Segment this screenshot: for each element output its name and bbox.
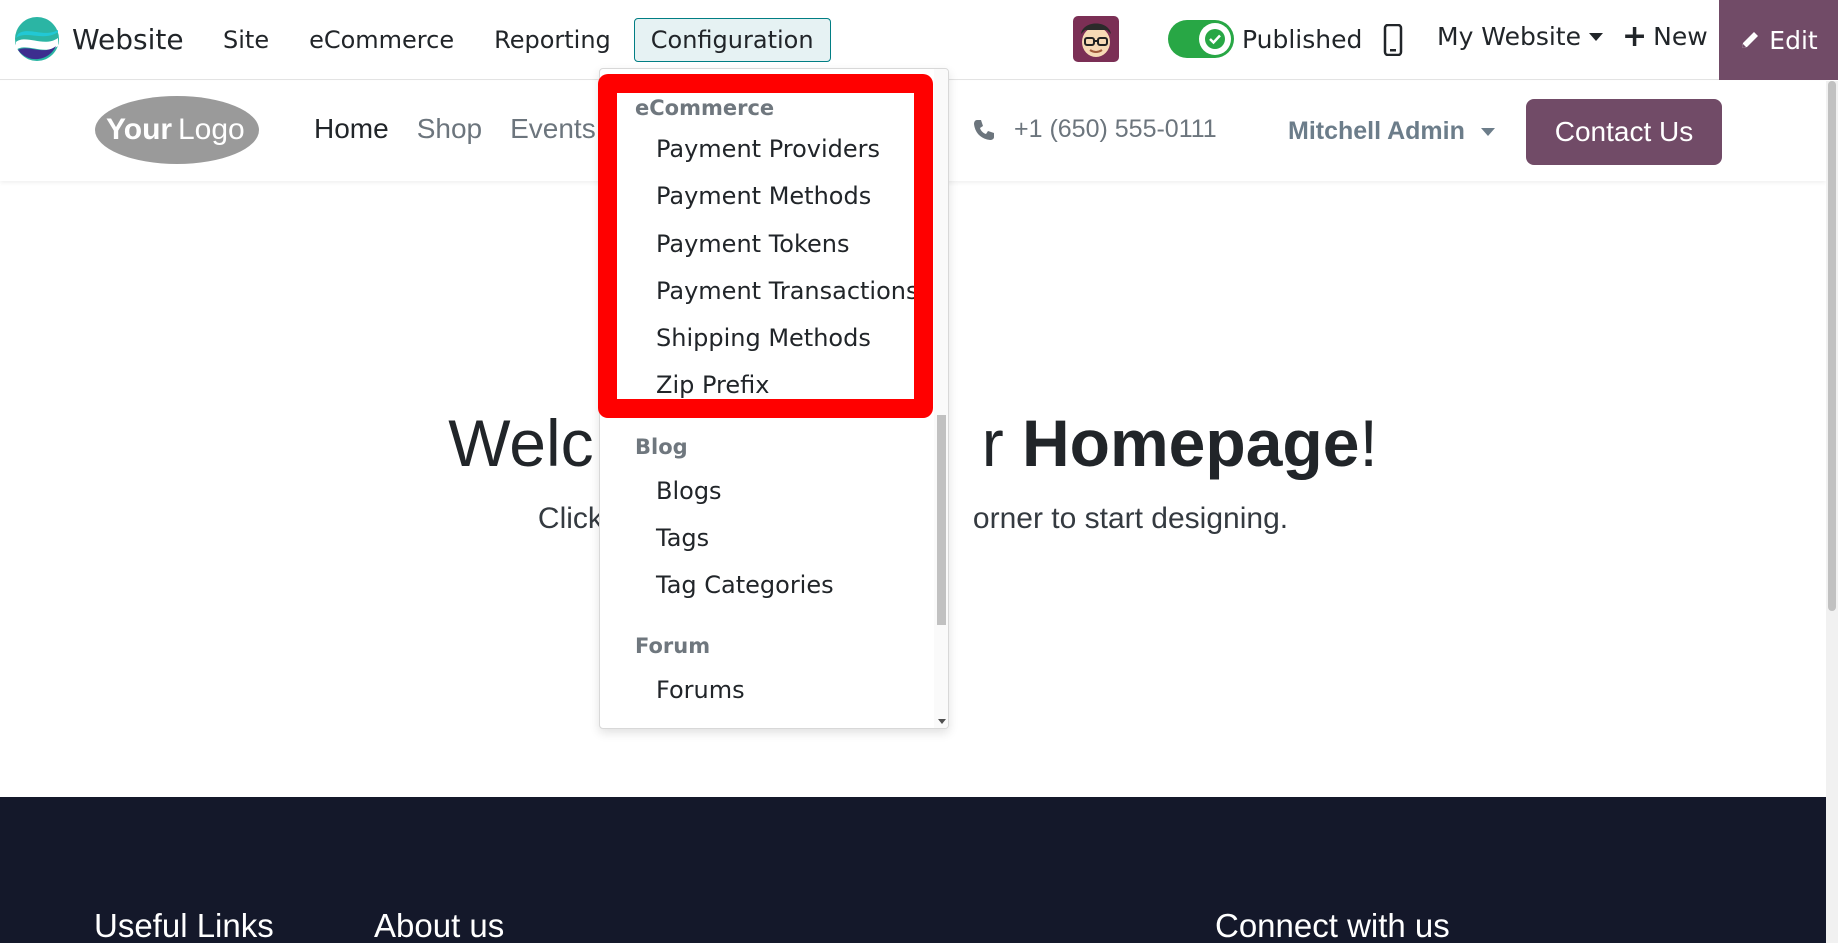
dropdown-scrollbar-thumb[interactable] bbox=[937, 415, 946, 625]
menu-item-payment-providers[interactable]: Payment Providers bbox=[656, 135, 880, 163]
check-icon bbox=[1205, 29, 1225, 49]
nav-shop[interactable]: Shop bbox=[403, 113, 496, 145]
menu-ecommerce[interactable]: eCommerce bbox=[292, 18, 471, 62]
footer-about-us: About us bbox=[374, 907, 505, 943]
section-header-ecommerce: eCommerce bbox=[635, 96, 775, 120]
menu-item-shipping-methods[interactable]: Shipping Methods bbox=[656, 324, 871, 352]
plus-icon: + bbox=[1622, 19, 1648, 54]
nav-home[interactable]: Home bbox=[300, 113, 403, 145]
menu-reporting[interactable]: Reporting bbox=[477, 18, 628, 62]
published-label: Published bbox=[1242, 24, 1363, 54]
menu-item-payment-tokens[interactable]: Payment Tokens bbox=[656, 230, 850, 258]
svg-text:Logo: Logo bbox=[178, 113, 245, 146]
menu-item-payment-transactions[interactable]: Payment Transactions bbox=[656, 277, 919, 305]
phone-icon bbox=[974, 119, 994, 140]
edit-button-label: Edit bbox=[1769, 25, 1818, 55]
user-name: Mitchell Admin bbox=[1288, 117, 1465, 145]
website-footer: Useful Links About us Connect with us bbox=[0, 797, 1826, 943]
svg-text:Your: Your bbox=[106, 113, 172, 146]
footer-connect: Connect with us bbox=[1215, 907, 1450, 943]
phone-contact[interactable]: +1 (650) 555-0111 bbox=[972, 115, 1217, 144]
menu-item-tag-categories[interactable]: Tag Categories bbox=[656, 571, 834, 599]
section-header-forum: Forum bbox=[635, 634, 711, 658]
footer-useful-links: Useful Links bbox=[94, 907, 274, 943]
caret-down-icon bbox=[1588, 32, 1603, 41]
app-brand[interactable]: Website bbox=[14, 16, 184, 62]
avatar-icon bbox=[1073, 16, 1119, 62]
new-button[interactable]: + New bbox=[1622, 19, 1708, 54]
menu-site[interactable]: Site bbox=[206, 18, 286, 62]
mobile-preview-icon[interactable] bbox=[1383, 24, 1403, 56]
scroll-down-arrow-icon[interactable] bbox=[938, 719, 946, 724]
app-name: Website bbox=[72, 22, 184, 56]
publish-toggle[interactable]: Published bbox=[1168, 20, 1362, 58]
section-header-blog: Blog bbox=[635, 435, 688, 459]
user-menu[interactable]: Mitchell Admin bbox=[1288, 117, 1495, 146]
edit-button[interactable]: Edit bbox=[1719, 0, 1838, 80]
phone-number: +1 (650) 555-0111 bbox=[1014, 115, 1217, 143]
published-switch[interactable] bbox=[1168, 20, 1234, 58]
menu-item-payment-methods[interactable]: Payment Methods bbox=[656, 182, 871, 210]
menu-item-zip-prefix[interactable]: Zip Prefix bbox=[656, 371, 769, 399]
dropdown-scrollbar[interactable] bbox=[934, 69, 948, 728]
website-app-icon bbox=[15, 17, 59, 61]
configuration-dropdown: eCommerce Payment Providers Payment Meth… bbox=[599, 68, 949, 729]
menu-item-tags[interactable]: Tags bbox=[656, 524, 709, 552]
menu-item-forums[interactable]: Forums bbox=[656, 676, 745, 704]
website-selector-label: My Website bbox=[1437, 22, 1581, 51]
website-nav: Home Shop Events bbox=[300, 113, 610, 145]
contact-us-button[interactable]: Contact Us bbox=[1526, 99, 1722, 165]
your-logo[interactable]: Your Logo bbox=[94, 95, 260, 165]
page-scrollbar[interactable] bbox=[1826, 81, 1838, 943]
page-scrollbar-thumb[interactable] bbox=[1828, 81, 1836, 611]
pencil-icon bbox=[1742, 32, 1759, 48]
menu-configuration[interactable]: Configuration bbox=[633, 18, 831, 62]
website-selector[interactable]: My Website bbox=[1437, 22, 1603, 51]
caret-down-icon bbox=[1480, 127, 1495, 136]
user-avatar[interactable] bbox=[1073, 16, 1119, 62]
admin-menu: Site eCommerce Reporting Configuration bbox=[206, 18, 837, 62]
new-button-label: New bbox=[1653, 22, 1708, 51]
nav-events[interactable]: Events bbox=[496, 113, 610, 145]
menu-item-blogs[interactable]: Blogs bbox=[656, 477, 722, 505]
